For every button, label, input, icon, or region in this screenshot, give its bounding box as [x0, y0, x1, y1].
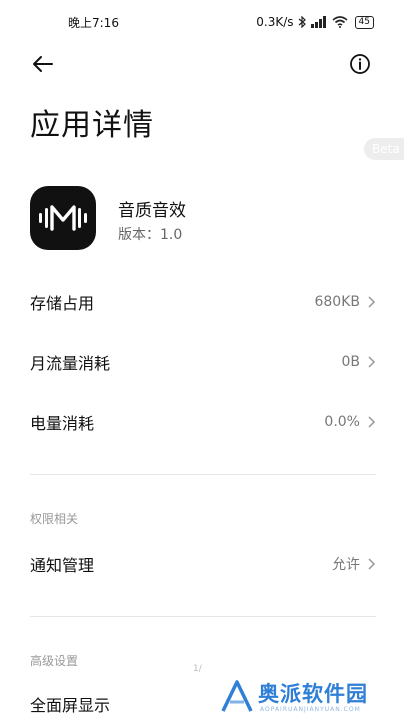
- chevron-right-icon: [368, 416, 376, 428]
- status-bar: 晚上7:16 0.3K/s 45: [0, 0, 404, 44]
- app-icon: [30, 186, 96, 250]
- watermark-logo-icon: [221, 680, 253, 712]
- row-label: 全面屏显示: [30, 696, 111, 715]
- battery-indicator: 45: [354, 15, 374, 29]
- row-label: 电量消耗: [30, 414, 95, 433]
- row-value-group: 0.0%: [324, 414, 376, 430]
- row-value-group: 允许: [332, 554, 376, 574]
- divider: [30, 474, 376, 475]
- status-icons: 0.3K/s 45: [256, 15, 374, 29]
- row-value-group: 680KB: [314, 294, 376, 310]
- row-value: 0.0%: [324, 414, 360, 430]
- app-name: 音质音效: [118, 201, 186, 221]
- signal-icon: [310, 16, 326, 28]
- battery-usage-row[interactable]: 电量消耗 0.0%: [30, 402, 376, 442]
- chevron-right-icon: [368, 356, 376, 368]
- sound-wave-logo-icon: [39, 205, 87, 231]
- storage-usage-row[interactable]: 存储占用 680KB: [30, 282, 376, 322]
- back-arrow-icon[interactable]: [30, 52, 56, 76]
- notification-management-row[interactable]: 通知管理 允许: [30, 544, 376, 584]
- row-label: 月流量消耗: [30, 354, 111, 373]
- row-label: 存储占用: [30, 294, 95, 313]
- page-title: 应用详情: [30, 108, 154, 143]
- row-value: 0B: [341, 354, 360, 370]
- monthly-data-usage-row[interactable]: 月流量消耗 0B: [30, 342, 376, 382]
- page-indicator: 1/: [193, 664, 202, 674]
- info-icon[interactable]: [347, 52, 373, 76]
- section-advanced-label: 高级设置: [30, 654, 79, 668]
- net-speed: 0.3K/s: [256, 15, 294, 29]
- section-permissions-label: 权限相关: [30, 512, 79, 526]
- wifi-icon: [332, 16, 348, 28]
- row-label: 通知管理: [30, 556, 95, 575]
- divider: [30, 616, 376, 617]
- app-version: 版本：1.0: [118, 227, 183, 243]
- chevron-right-icon: [368, 296, 376, 308]
- row-value: 允许: [332, 557, 360, 573]
- watermark-text: 奥派软件园: [258, 682, 368, 706]
- beta-badge: Beta: [364, 138, 404, 160]
- top-bar: [0, 48, 404, 80]
- row-value: 680KB: [314, 294, 360, 310]
- status-time: 晚上7:16: [68, 15, 119, 30]
- chevron-right-icon: [368, 558, 376, 570]
- row-value-group: 0B: [341, 354, 376, 370]
- watermark: 奥派软件园 AOPAIRUANJIANYUAN.COM: [216, 676, 404, 720]
- bluetooth-icon: [298, 16, 306, 28]
- watermark-subtext: AOPAIRUANJIANYUAN.COM: [260, 706, 361, 713]
